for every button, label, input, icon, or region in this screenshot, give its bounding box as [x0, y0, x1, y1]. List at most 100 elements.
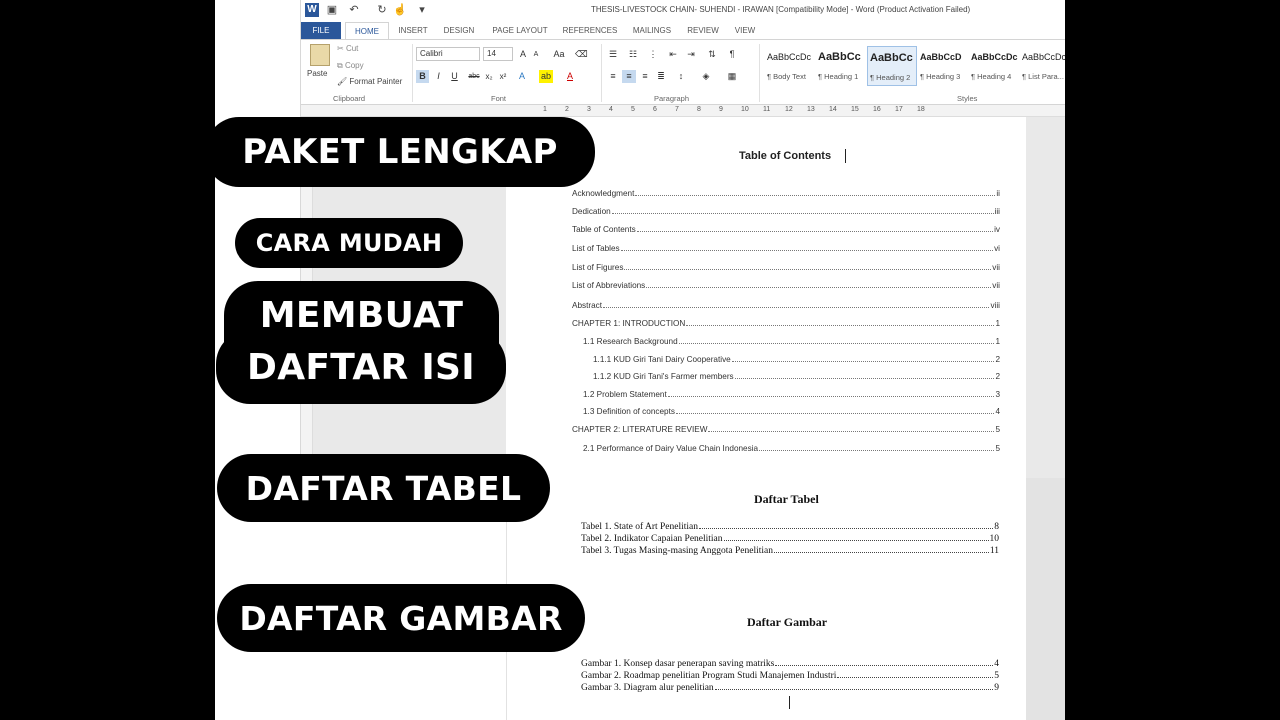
font-name-select[interactable]: Calibri — [416, 47, 480, 61]
style-body-text[interactable]: AaBbCcDc ¶ Body Text — [765, 46, 815, 86]
save-icon[interactable]: ▣ — [325, 3, 339, 17]
text-effects-icon[interactable]: A — [515, 70, 529, 83]
table-list-entry[interactable]: Tabel 2. Indikator Capaian Penelitian 10 — [581, 534, 999, 546]
italic-icon[interactable]: I — [432, 70, 445, 83]
paste-button[interactable]: Paste — [307, 69, 327, 78]
style-heading-2[interactable]: AaBbCc ¶ Heading 2 — [867, 46, 917, 86]
dot-leader — [678, 343, 995, 344]
tab-mailings[interactable]: MAILINGS — [627, 22, 677, 39]
shading-icon[interactable]: ◈ — [699, 70, 713, 83]
underline-icon[interactable]: U — [448, 70, 461, 83]
toc-entry[interactable]: Acknowledgment ii — [572, 189, 1000, 203]
ruler-number: 4 — [609, 106, 613, 113]
ruler-number: 7 — [675, 106, 679, 113]
tab-insert[interactable]: INSERT — [393, 22, 433, 39]
toc-entry[interactable]: 1.2 Problem Statement 3 — [583, 390, 1000, 404]
align-right-icon[interactable]: ≡ — [638, 70, 652, 83]
line-spacing-icon[interactable]: ↕ — [674, 70, 688, 83]
grow-font-icon[interactable]: A — [517, 48, 529, 61]
toc-entry[interactable]: Abstract viii — [572, 301, 1000, 315]
toc-entry-page: 2 — [995, 372, 1000, 381]
style-heading-4[interactable]: AaBbCcDc ¶ Heading 4 — [969, 46, 1019, 86]
horizontal-ruler[interactable]: 1 2 3 4 5 6 7 8 9 10 11 12 13 14 15 16 1… — [301, 105, 1065, 117]
paste-icon[interactable] — [310, 44, 330, 66]
table-list-entry[interactable]: Tabel 1. State of Art Penelitian 8 — [581, 522, 999, 534]
ruler-number: 13 — [807, 106, 815, 113]
toc-entry[interactable]: Dedication iii — [572, 207, 1000, 221]
toc-entry[interactable]: CHAPTER 2: LITERATURE REVIEW 5 — [572, 425, 1000, 439]
copy-button[interactable]: ⧉ Copy — [337, 61, 364, 71]
toc-entry[interactable]: List of Abbreviations vii — [572, 281, 1000, 295]
superscript-icon[interactable]: x² — [497, 70, 509, 83]
subscript-icon[interactable]: x₂ — [483, 70, 495, 83]
sort-icon[interactable]: ⇅ — [705, 48, 719, 61]
toc-entry[interactable]: CHAPTER 1: INTRODUCTION 1 — [572, 319, 1000, 333]
toc-entry[interactable]: 1.1.1 KUD Giri Tani Dairy Cooperative 2 — [593, 355, 1000, 369]
show-hide-marks-icon[interactable]: ¶ — [725, 48, 739, 61]
tab-home[interactable]: HOME — [345, 22, 389, 39]
toc-entry-label: 1.1.2 KUD Giri Tani's Farmer members — [593, 372, 734, 381]
dot-leader — [714, 689, 994, 690]
toc-entry-page: vi — [994, 244, 1000, 253]
toc-entry[interactable]: 2.1 Performance of Dairy Value Chain Ind… — [583, 444, 1000, 458]
bold-button[interactable]: B — [416, 70, 429, 83]
entry-label: Tabel 3. Tugas Masing-masing Anggota Pen… — [581, 546, 773, 556]
change-case-icon[interactable]: Aa — [551, 48, 567, 61]
touch-mode-icon[interactable]: ☝ — [393, 3, 407, 17]
overlay-daftar-gambar: DAFTAR GAMBAR — [217, 584, 585, 652]
font-size-select[interactable]: 14 — [483, 47, 513, 61]
justify-icon[interactable]: ≣ — [654, 70, 668, 83]
cut-button[interactable]: ✂ Cut — [337, 44, 358, 53]
shrink-font-icon[interactable]: A — [530, 48, 542, 61]
style-heading-1[interactable]: AaBbCc ¶ Heading 1 — [816, 46, 866, 86]
highlight-icon[interactable]: ab — [539, 70, 553, 83]
style-list-paragraph[interactable]: AaBbCcDc ¶ List Para... — [1020, 46, 1065, 86]
tab-design[interactable]: DESIGN — [437, 22, 481, 39]
format-painter-button[interactable]: 🖌 Format Painter — [337, 77, 402, 86]
toc-entry-page: iii — [994, 207, 1000, 216]
ruler-number: 18 — [917, 106, 925, 113]
toc-entry[interactable]: 1.3 Definition of concepts 4 — [583, 407, 1000, 421]
toc-entry[interactable]: Table of Contents iv — [572, 225, 1000, 239]
divider — [601, 44, 602, 102]
bullets-icon[interactable]: ☰ — [606, 48, 620, 61]
style-name: ¶ List Para... — [1022, 72, 1064, 81]
clear-formatting-icon[interactable]: ⌫ — [575, 48, 588, 61]
dot-leader — [620, 250, 994, 251]
redo-icon[interactable]: ↻ — [375, 3, 389, 17]
figure-list-entry[interactable]: Gambar 3. Diagram alur penelitian 9 — [581, 683, 999, 695]
ribbon-tabs: FILE HOME INSERT DESIGN PAGE LAYOUT REFE… — [301, 22, 1065, 39]
increase-indent-icon[interactable]: ⇥ — [684, 48, 698, 61]
align-left-icon[interactable]: ≡ — [606, 70, 620, 83]
decrease-indent-icon[interactable]: ⇤ — [666, 48, 680, 61]
multilevel-list-icon[interactable]: ⋮ — [646, 48, 660, 61]
customize-toolbar-icon[interactable]: ▾ — [415, 3, 429, 17]
undo-icon[interactable]: ↶ — [347, 3, 361, 17]
borders-icon[interactable]: ▦ — [725, 70, 739, 83]
toc-entry[interactable]: List of Figures vii — [572, 263, 1000, 277]
style-heading-3[interactable]: AaBbCcD ¶ Heading 3 — [918, 46, 968, 86]
tab-page-layout[interactable]: PAGE LAYOUT — [487, 22, 553, 39]
toc-entry[interactable]: 1.1.2 KUD Giri Tani's Farmer members 2 — [593, 372, 1000, 386]
toc-entry-label: 2.1 Performance of Dairy Value Chain Ind… — [583, 444, 759, 453]
entry-label: Tabel 1. State of Art Penelitian — [581, 522, 699, 532]
toc-entry-page: vii — [992, 281, 1000, 290]
tab-review[interactable]: REVIEW — [683, 22, 723, 39]
divider — [412, 44, 413, 102]
toc-entry[interactable]: List of Tables vi — [572, 244, 1000, 258]
table-list-entry[interactable]: Tabel 3. Tugas Masing-masing Anggota Pen… — [581, 546, 999, 558]
toc-entry[interactable]: 1.1 Research Background 1 — [583, 337, 1000, 351]
tab-file[interactable]: FILE — [301, 22, 341, 39]
style-sample: AaBbCcDc — [1022, 52, 1065, 62]
tab-references[interactable]: REFERENCES — [559, 22, 621, 39]
tab-view[interactable]: VIEW — [729, 22, 761, 39]
dot-leader — [734, 378, 995, 379]
figure-list-entry[interactable]: Gambar 2. Roadmap penelitian Program Stu… — [581, 671, 999, 683]
numbering-icon[interactable]: ☷ — [626, 48, 640, 61]
figure-list-entry[interactable]: Gambar 1. Konsep dasar penerapan saving … — [581, 659, 999, 671]
ruler-number: 10 — [741, 106, 749, 113]
font-color-icon[interactable]: A — [563, 70, 577, 83]
align-center-button[interactable]: ≡ — [622, 70, 636, 83]
toc-entry-label: Table of Contents — [572, 225, 636, 234]
strikethrough-icon[interactable]: abc — [467, 70, 481, 83]
